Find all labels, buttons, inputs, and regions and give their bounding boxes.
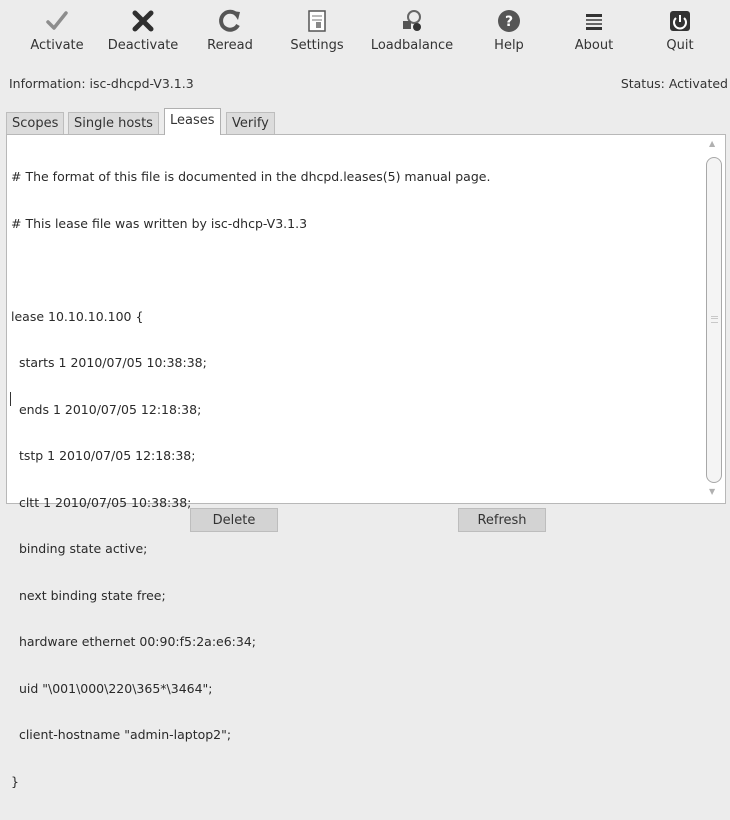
tab-leases[interactable]: Leases	[164, 108, 221, 135]
loadbalance-icon	[399, 8, 425, 34]
refresh-button[interactable]: Refresh	[458, 508, 546, 532]
information-text: Information: isc-dhcpd-V3.1.3	[9, 76, 194, 91]
quit-label: Quit	[666, 38, 694, 53]
text-line: uid "\001\000\220\365*\3464";	[11, 680, 213, 696]
text-line: next binding state free;	[11, 587, 166, 603]
deactivate-button[interactable]: Deactivate	[102, 8, 184, 64]
about-button[interactable]: About	[568, 8, 620, 64]
text-line: ​	[11, 262, 701, 278]
power-icon	[667, 8, 693, 34]
svg-text:?: ?	[505, 14, 513, 30]
help-button[interactable]: ? Help	[486, 8, 532, 64]
leases-text-area[interactable]: # The format of this file is documented …	[6, 134, 726, 789]
text-line: starts 1 2010/07/05 10:38:38;	[11, 355, 207, 370]
text-line: hardware ethernet 00:90:f5:2a:e6:34;	[11, 634, 257, 649]
text-line: lease 10.10.10.100 {	[11, 308, 144, 324]
info-bar: Information: isc-dhcpd-V3.1.3 Status: Ac…	[0, 76, 730, 96]
check-icon	[44, 8, 70, 34]
leases-text: # The format of this file is documented …	[11, 138, 701, 820]
settings-icon	[304, 8, 330, 34]
reread-button[interactable]: Reread	[200, 8, 260, 64]
about-label: About	[574, 38, 614, 53]
delete-button[interactable]: Delete	[190, 508, 278, 532]
x-icon	[130, 8, 156, 34]
text-line: }	[11, 773, 19, 789]
reload-icon	[217, 8, 243, 34]
grip-icon	[711, 316, 718, 323]
tab-verify[interactable]: Verify	[226, 112, 275, 134]
vertical-scrollbar[interactable]: ▲ ▼	[705, 135, 723, 503]
activate-button[interactable]: Activate	[22, 8, 92, 64]
help-icon: ?	[496, 8, 522, 34]
text-line: ends 1 2010/07/05 12:18:38;	[11, 401, 202, 417]
settings-label: Settings	[290, 38, 344, 53]
tab-single-hosts[interactable]: Single hosts	[68, 112, 159, 134]
text-line: # This lease file was written by isc-dhc…	[11, 215, 308, 231]
text-line: # The format of this file is documented …	[11, 169, 491, 184]
text-line: tstp 1 2010/07/05 12:18:38;	[11, 448, 196, 463]
deactivate-label: Deactivate	[107, 38, 179, 53]
settings-button[interactable]: Settings	[284, 8, 350, 64]
loadbalance-label: Loadbalance	[370, 38, 454, 53]
tab-scopes[interactable]: Scopes	[6, 112, 65, 134]
text-line: binding state active;	[11, 541, 148, 556]
text-line: client-hostname "admin-laptop2";	[11, 727, 232, 742]
text-cursor	[10, 392, 11, 406]
scroll-down-arrow-icon[interactable]: ▼	[709, 487, 715, 496]
help-label: Help	[494, 38, 524, 53]
quit-button[interactable]: Quit	[656, 8, 704, 64]
activate-label: Activate	[30, 38, 84, 53]
toolbar: Activate Deactivate Reread Settings Load…	[0, 0, 730, 70]
scrollbar-thumb[interactable]	[706, 157, 722, 483]
text-line: cltt 1 2010/07/05 10:38:38;	[11, 494, 192, 510]
scroll-up-arrow-icon[interactable]: ▲	[709, 139, 715, 148]
status-text: Status: Activated	[620, 76, 728, 91]
reread-label: Reread	[207, 38, 253, 53]
loadbalance-button[interactable]: Loadbalance	[366, 8, 458, 64]
about-icon	[581, 8, 607, 34]
